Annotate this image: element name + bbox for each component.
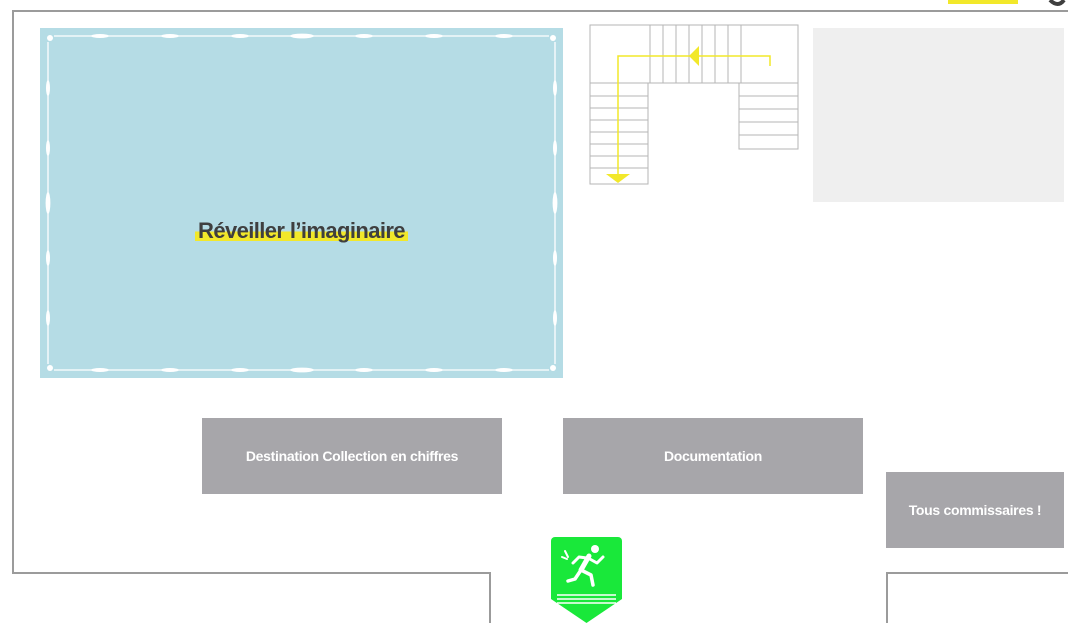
wall-bottom-left <box>12 572 491 574</box>
logo-fragment <box>948 0 1066 6</box>
staircase <box>589 24 799 185</box>
wall-bottom-right-corridor <box>886 572 888 623</box>
wall-bottom-left-corridor <box>489 572 491 623</box>
room-title-text: Réveiller l’imaginaire <box>195 218 408 243</box>
wall-bottom-right <box>886 572 1068 574</box>
wall-top <box>12 10 1068 12</box>
tous-commissaires-button[interactable]: Tous commissaires ! <box>886 472 1064 548</box>
destination-collection-button[interactable]: Destination Collection en chiffres <box>202 418 502 494</box>
destination-collection-label: Destination Collection en chiffres <box>245 448 459 464</box>
documentation-label: Documentation <box>664 448 762 464</box>
wall-left <box>12 10 14 574</box>
documentation-button[interactable]: Documentation <box>563 418 863 494</box>
exhibit-room-reveiller-imaginaire[interactable]: Réveiller l’imaginaire <box>40 28 563 378</box>
emergency-exit-icon[interactable] <box>551 537 622 623</box>
ornamental-frame <box>45 33 558 373</box>
tous-commissaires-label: Tous commissaires ! <box>908 502 1042 518</box>
room-title: Réveiller l’imaginaire <box>40 218 563 244</box>
grey-area <box>813 28 1064 202</box>
